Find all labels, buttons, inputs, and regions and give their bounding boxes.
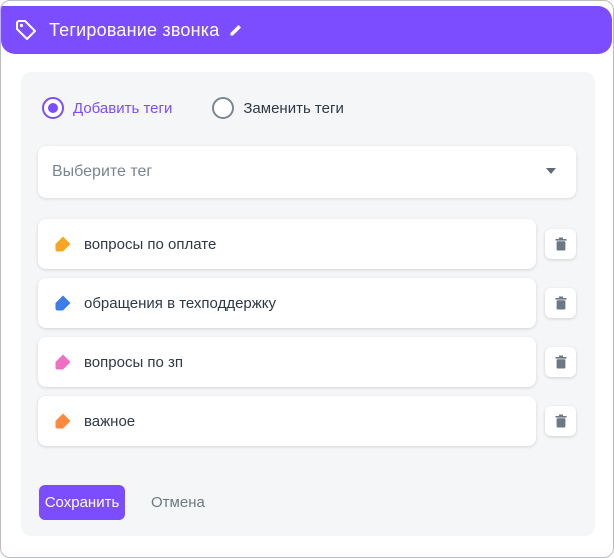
radio-add-tags[interactable]: Добавить теги [42, 97, 172, 119]
trash-icon [555, 355, 566, 369]
tag-outline-icon [13, 17, 39, 43]
trash-icon [555, 296, 566, 310]
radio-circle[interactable] [42, 97, 64, 119]
tag-row: вопросы по оплате [38, 219, 576, 269]
tag-icon [54, 235, 72, 253]
save-button[interactable]: Сохранить [39, 485, 125, 520]
mode-radio-group: Добавить теги Заменить теги [42, 97, 344, 119]
radio-circle[interactable] [212, 97, 235, 119]
trash-icon [555, 237, 566, 251]
cancel-button[interactable]: Отмена [145, 485, 211, 520]
tag-item: обращения в техподдержку [38, 278, 536, 328]
tag-icon [54, 412, 72, 430]
tag-label: вопросы по зп [84, 353, 184, 371]
tag-shape [55, 236, 71, 252]
tag-label: важное [84, 412, 136, 430]
tag-row: вопросы по зп [38, 337, 576, 387]
tag-icon [54, 294, 72, 312]
tag-select-placeholder: Выберите тег [52, 163, 153, 180]
tag-item: вопросы по зп [38, 337, 536, 387]
tagging-dialog: Тегирование звонка Добавить теги Заменит… [0, 0, 614, 558]
radio-replace-tags[interactable]: Заменить теги [212, 97, 344, 119]
tag-shape [55, 413, 71, 429]
tag-select[interactable]: Выберите тег [38, 146, 576, 198]
radio-label: Заменить теги [243, 99, 344, 117]
radio-label: Добавить теги [73, 99, 173, 117]
delete-tag-button[interactable] [545, 347, 576, 377]
pencil-icon[interactable] [229, 23, 243, 37]
tag-item: вопросы по оплате [38, 219, 536, 269]
tag-label: обращения в техподдержку [84, 294, 277, 312]
delete-tag-button[interactable] [545, 406, 576, 436]
dialog-title: Тегирование звонка [49, 19, 220, 40]
trash-icon [555, 414, 566, 428]
dialog-header: Тегирование звонка [1, 6, 612, 54]
delete-tag-button[interactable] [545, 229, 576, 259]
tag-icon [54, 353, 72, 371]
delete-tag-button[interactable] [545, 288, 576, 318]
tag-row: обращения в техподдержку [38, 278, 576, 328]
content-panel: Добавить теги Заменить теги Выберите тег… [21, 72, 595, 536]
tag-row: важное [38, 396, 576, 446]
tag-shape [55, 354, 71, 370]
tag-shape [55, 295, 71, 311]
tag-label: вопросы по оплате [84, 235, 217, 253]
chevron-down-icon[interactable] [546, 168, 556, 174]
tag-item: важное [38, 396, 536, 446]
